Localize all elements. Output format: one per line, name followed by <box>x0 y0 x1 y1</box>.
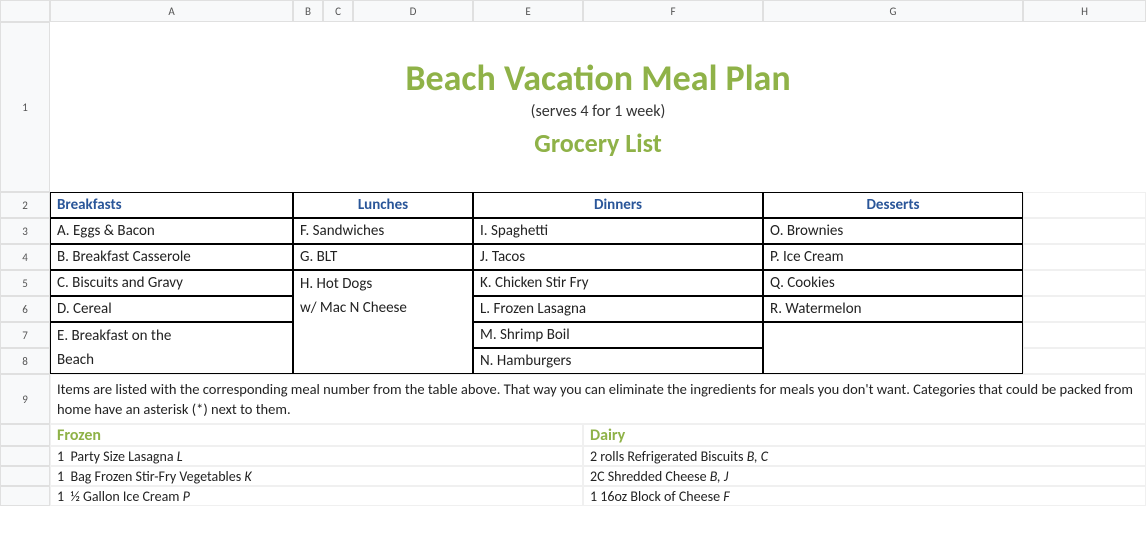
cell-breakfast-d[interactable]: D. Cereal <box>50 296 293 322</box>
cat-dairy-header[interactable]: Dairy <box>583 424 1146 446</box>
frozen-2-qty: 1 <box>57 468 64 485</box>
row-header-7[interactable]: 7 <box>0 322 50 348</box>
cell-h2[interactable] <box>1023 192 1146 218</box>
dairy-3-desc: 16oz Block of Cheese <box>600 488 720 505</box>
col-header-g[interactable]: G <box>763 0 1023 22</box>
dairy-3-qty: 1 <box>590 488 597 505</box>
col-header-b[interactable]: B <box>293 0 323 22</box>
frozen-2-ref: K <box>244 468 251 485</box>
cell-breakfast-e2[interactable]: Beach <box>50 348 293 374</box>
dairy-2-ref: B, J <box>710 468 729 485</box>
spreadsheet: A B C D E F G H 1 Beach Vacation Meal Pl… <box>0 0 1146 506</box>
row-header-6[interactable]: 6 <box>0 296 50 322</box>
cell-h3[interactable] <box>1023 218 1146 244</box>
row-header-9[interactable]: 9 <box>0 374 50 424</box>
cell-dinner-l[interactable]: L. Frozen Lasagna <box>473 296 763 322</box>
page-subtitle: (serves 4 for 1 week) <box>531 102 666 121</box>
cell-breakfast-e[interactable]: E. Breakfast on the <box>50 322 293 348</box>
cell-lunch-empty2[interactable] <box>293 322 473 348</box>
frozen-2-desc: Bag Frozen Stir-Fry Vegetables <box>70 468 241 485</box>
cell-h7[interactable] <box>1023 322 1146 348</box>
cell-dessert-o[interactable]: O. Brownies <box>763 218 1023 244</box>
cell-dinner-n[interactable]: N. Hamburgers <box>473 348 763 374</box>
dairy-1-qty: 2 rolls <box>590 448 624 465</box>
row-header-8[interactable]: 8 <box>0 348 50 374</box>
cell-dinner-k[interactable]: K. Chicken Stir Fry <box>473 270 763 296</box>
header-breakfasts[interactable]: Breakfasts <box>50 192 293 218</box>
row-header-10[interactable] <box>0 424 50 446</box>
header-dinners[interactable]: Dinners <box>473 192 763 218</box>
frozen-3-qty: 1 <box>57 488 64 505</box>
secondary-title: Grocery List <box>534 127 661 159</box>
cell-h5[interactable] <box>1023 270 1146 296</box>
dairy-item-2[interactable]: 2C Shredded Cheese B, J <box>583 466 1146 486</box>
row-header-12[interactable] <box>0 466 50 486</box>
row-header-2[interactable]: 2 <box>0 192 50 218</box>
cell-lunch-f[interactable]: F. Sandwiches <box>293 218 473 244</box>
cell-dessert-p[interactable]: P. Ice Cream <box>763 244 1023 270</box>
page-title: Beach Vacation Meal Plan <box>405 56 790 100</box>
col-header-c[interactable]: C <box>323 0 353 22</box>
row-header-5[interactable]: 5 <box>0 270 50 296</box>
frozen-3-ref: P <box>183 488 190 505</box>
cell-h8[interactable] <box>1023 348 1146 374</box>
cell-breakfast-b[interactable]: B. Breakfast Casserole <box>50 244 293 270</box>
frozen-1-ref: L <box>177 448 183 465</box>
frozen-item-3[interactable]: 1 ½ Gallon Ice Cream P <box>50 486 583 506</box>
dairy-2-desc: Shredded Cheese <box>608 468 707 485</box>
frozen-1-desc: Party Size Lasagna <box>70 448 173 465</box>
cell-dinner-m[interactable]: M. Shrimp Boil <box>473 322 763 348</box>
dairy-2-qty: 2C <box>590 468 605 485</box>
header-lunches[interactable]: Lunches <box>293 192 473 218</box>
dairy-item-1[interactable]: 2 rolls Refrigerated Biscuits B, C <box>583 446 1146 466</box>
cat-frozen-header[interactable]: Frozen <box>50 424 583 446</box>
col-header-a[interactable]: A <box>50 0 293 22</box>
cell-lunch-h2[interactable]: w/ Mac N Cheese <box>293 296 473 322</box>
header-desserts[interactable]: Desserts <box>763 192 1023 218</box>
row-header-4[interactable]: 4 <box>0 244 50 270</box>
cell-dessert-r[interactable]: R. Watermelon <box>763 296 1023 322</box>
corner-cell <box>0 0 50 22</box>
frozen-item-1[interactable]: 1 Party Size Lasagna L <box>50 446 583 466</box>
cell-h6[interactable] <box>1023 296 1146 322</box>
row-header-1[interactable]: 1 <box>0 22 50 192</box>
dairy-item-3[interactable]: 1 16oz Block of Cheese F <box>583 486 1146 506</box>
note-text[interactable]: Items are listed with the corresponding … <box>50 374 1146 424</box>
row-header-11[interactable] <box>0 446 50 466</box>
col-header-f[interactable]: F <box>583 0 763 22</box>
col-header-e[interactable]: E <box>473 0 583 22</box>
cell-dessert-empty1[interactable] <box>763 322 1023 348</box>
dairy-1-desc: Refrigerated Biscuits <box>627 448 743 465</box>
col-header-h[interactable]: H <box>1023 0 1146 22</box>
cell-breakfast-a[interactable]: A. Eggs & Bacon <box>50 218 293 244</box>
row-header-13[interactable] <box>0 486 50 506</box>
cell-dinner-j[interactable]: J. Tacos <box>473 244 763 270</box>
frozen-1-qty: 1 <box>57 448 64 465</box>
cell-dessert-q[interactable]: Q. Cookies <box>763 270 1023 296</box>
col-header-d[interactable]: D <box>353 0 473 22</box>
cell-breakfast-c[interactable]: C. Biscuits and Gravy <box>50 270 293 296</box>
cell-dessert-empty2[interactable] <box>763 348 1023 374</box>
frozen-3-desc: ½ Gallon Ice Cream <box>70 488 179 505</box>
cell-dinner-i[interactable]: I. Spaghetti <box>473 218 763 244</box>
cell-h4[interactable] <box>1023 244 1146 270</box>
cell-lunch-h[interactable]: H. Hot Dogs <box>293 270 473 296</box>
cell-lunch-empty3[interactable] <box>293 348 473 374</box>
row-header-3[interactable]: 3 <box>0 218 50 244</box>
cell-lunch-g[interactable]: G. BLT <box>293 244 473 270</box>
dairy-1-ref: B, C <box>747 448 768 465</box>
frozen-item-2[interactable]: 1 Bag Frozen Stir-Fry Vegetables K <box>50 466 583 486</box>
title-block: Beach Vacation Meal Plan (serves 4 for 1… <box>50 22 1146 192</box>
dairy-3-ref: F <box>723 488 729 505</box>
